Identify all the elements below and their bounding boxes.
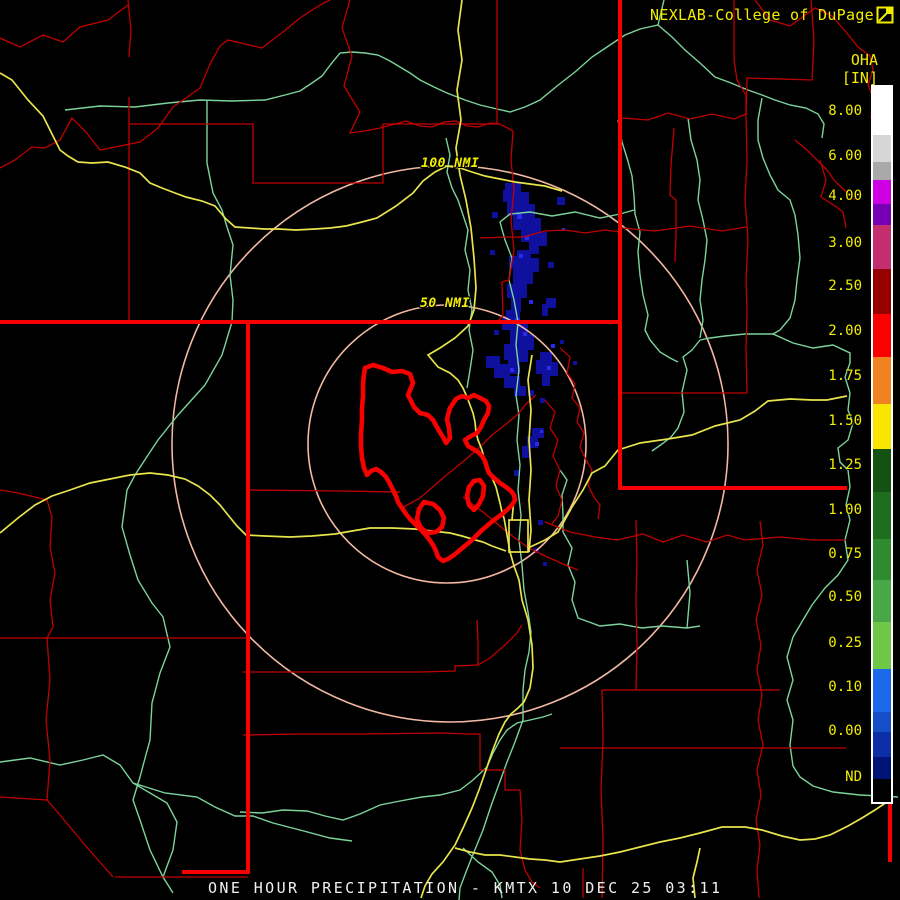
color-scale-tick-label: 2.00 — [828, 323, 862, 339]
color-scale-tick-label: 0.50 — [828, 589, 862, 605]
range-rings — [171, 165, 729, 723]
color-scale-tick-label: 3.00 — [828, 235, 862, 251]
color-scale-segment — [873, 162, 891, 180]
color-scale-segment — [873, 180, 891, 204]
color-scale-tick-label: 2.50 — [828, 278, 862, 294]
range-ring-label-50nmi: 50 NMI — [420, 296, 470, 311]
color-scale-segment — [873, 757, 891, 779]
color-scale-segment — [873, 204, 891, 225]
brand-title: NEXLAB-College of DuPage — [650, 6, 874, 24]
product-code-label: OHA — [850, 51, 878, 69]
color-scale-segment — [873, 580, 891, 622]
color-scale-tick-label: 0.10 — [828, 679, 862, 695]
color-scale-segment — [873, 314, 891, 357]
product-caption: ONE HOUR PRECIPITATION - KMTX 10 DEC 25 … — [208, 879, 723, 897]
color-scale-segment — [873, 404, 891, 449]
color-scale-segment — [873, 732, 891, 757]
lake-outline — [358, 362, 518, 564]
color-scale-tick-label: ND — [845, 769, 862, 785]
color-scale-segment — [873, 135, 891, 162]
range-ring-label-100nmi: 100 NMI — [421, 156, 480, 171]
color-scale-tick-label: 4.00 — [828, 188, 862, 204]
color-scale-segment — [873, 779, 891, 802]
county-boundaries — [0, 0, 875, 899]
precip-color-scale — [871, 85, 893, 804]
color-scale-tick-label: 0.75 — [828, 546, 862, 562]
color-scale-segment — [873, 539, 891, 580]
color-scale-segment — [873, 269, 891, 314]
color-scale-tick-label: 8.00 — [828, 103, 862, 119]
color-scale-segment — [873, 87, 891, 135]
color-scale-segment — [873, 449, 891, 492]
color-scale-tick-label: 1.75 — [828, 368, 862, 384]
color-scale-segment — [873, 357, 891, 404]
color-scale-tick-label: 1.50 — [828, 413, 862, 429]
color-scale-tick-label: 6.00 — [828, 148, 862, 164]
color-scale-segment — [873, 492, 891, 539]
color-scale-tick-label: 0.25 — [828, 635, 862, 651]
color-scale-segment — [873, 225, 891, 269]
color-scale-segment — [873, 712, 891, 732]
color-scale-tick-label: 1.25 — [828, 457, 862, 473]
color-scale-segment — [873, 669, 891, 712]
rivers — [0, 0, 899, 900]
cod-weather-flag-icon — [876, 6, 894, 24]
highways — [0, 0, 891, 899]
antelope-island-outline — [464, 477, 487, 513]
range-ring-100nmi — [171, 165, 729, 723]
radar-map — [0, 0, 899, 900]
color-scale-tick-label: 1.00 — [828, 502, 862, 518]
radar-viewer-screen: NEXLAB-College of DuPage OHA [IN] 100 NM… — [0, 0, 900, 900]
color-scale-tick-label: 0.00 — [828, 723, 862, 739]
color-scale-segment — [873, 622, 891, 669]
